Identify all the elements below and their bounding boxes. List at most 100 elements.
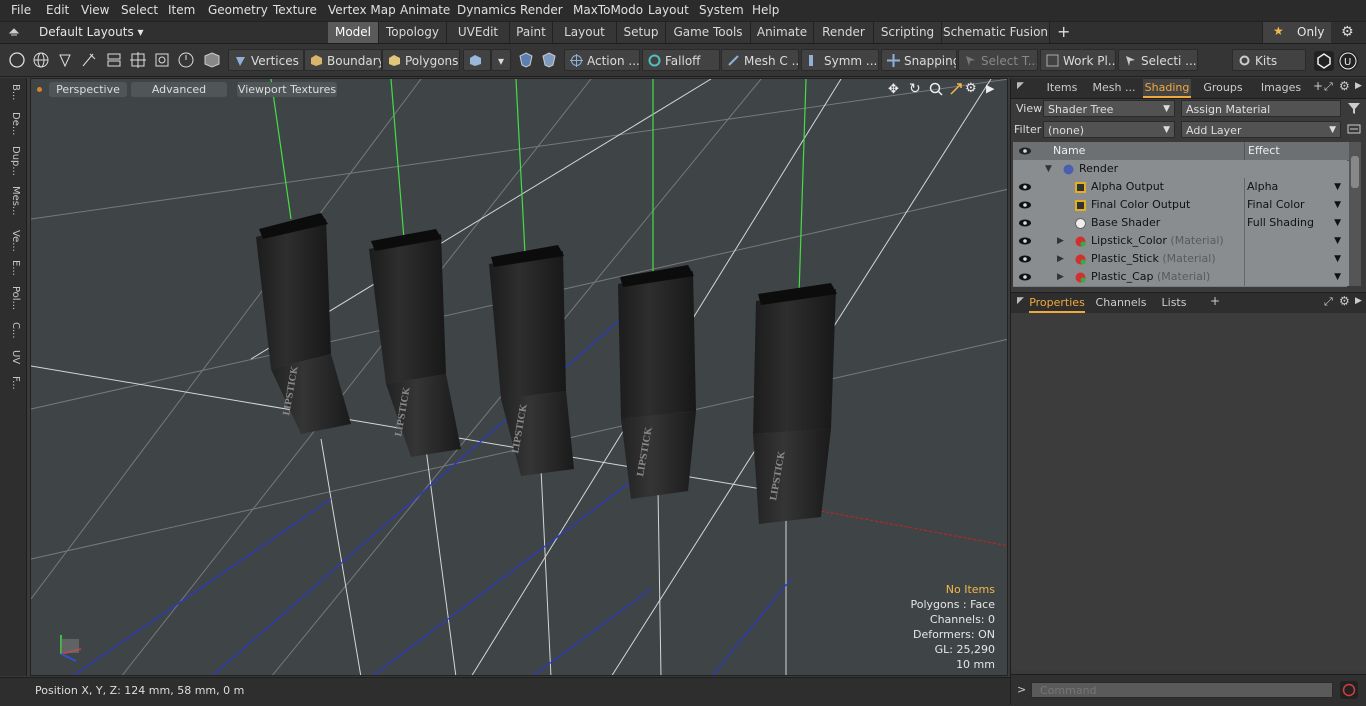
layout-selector[interactable]: Default Layouts ▾: [39, 25, 144, 39]
fit-view-icon[interactable]: [949, 82, 963, 96]
tab-uvedit[interactable]: UVEdit: [447, 22, 510, 43]
mesh-constraint-button[interactable]: Mesh C ...: [721, 49, 799, 71]
menu-system[interactable]: System: [699, 3, 744, 17]
boundary-button[interactable]: Boundary: [304, 49, 382, 71]
filter-select[interactable]: (none) ▼: [1043, 121, 1175, 138]
tree-row-final-color-output[interactable]: Final Color Output Final Color ▼: [1013, 196, 1347, 215]
menu-geometry[interactable]: Geometry: [208, 3, 268, 17]
strip-tab-polygon[interactable]: Pol...: [3, 286, 21, 310]
unreal-icon[interactable]: U: [1338, 51, 1358, 71]
tree-scrollbar-thumb[interactable]: [1351, 156, 1359, 188]
visibility-eye-icon[interactable]: [1018, 198, 1032, 212]
tab-paint[interactable]: Paint: [510, 22, 553, 43]
strip-tab-duplicate[interactable]: Dup...: [3, 146, 21, 176]
globe-icon[interactable]: [32, 51, 50, 69]
list-options-icon[interactable]: [1347, 122, 1361, 136]
record-macro-icon[interactable]: [1340, 681, 1358, 699]
strip-tab-fusion[interactable]: F...: [3, 376, 21, 390]
lipstick-3[interactable]: LIPSTICK: [489, 245, 574, 476]
falloff-button[interactable]: Falloff: [642, 49, 720, 71]
add-properties-tab-icon[interactable]: +: [1210, 294, 1220, 308]
menu-select[interactable]: Select: [121, 3, 158, 17]
col-effect[interactable]: Effect: [1244, 142, 1349, 160]
menu-dynamics[interactable]: Dynamics: [457, 3, 516, 17]
effect-select[interactable]: ▼: [1244, 250, 1345, 268]
properties-arrow-icon[interactable]: ▶: [1355, 296, 1362, 306]
symmetry-button[interactable]: Symm ...: [801, 49, 879, 71]
properties-expand-icon[interactable]: ⤢: [1324, 295, 1333, 309]
tab-channels[interactable]: Channels: [1093, 294, 1149, 311]
panel-gear-icon[interactable]: ⚙: [1339, 79, 1350, 93]
tab-schematic-fusion[interactable]: Schematic Fusion: [942, 22, 1050, 43]
expand-arrow-icon[interactable]: ▶: [1057, 250, 1064, 268]
zoom-icon[interactable]: [929, 82, 943, 96]
move-view-icon[interactable]: ✥: [888, 82, 899, 97]
strip-tab-curve[interactable]: C...: [3, 322, 21, 339]
tab-mesh[interactable]: Mesh ...: [1089, 79, 1139, 96]
3d-viewport[interactable]: LIPSTICK LIPSTICK LIPSTICK LIPSTICK LIPS…: [30, 78, 1008, 676]
work-plane-button[interactable]: Work Pl...: [1040, 49, 1116, 71]
tab-render[interactable]: Render: [814, 22, 874, 43]
menu-render[interactable]: Render: [520, 3, 563, 17]
command-input[interactable]: [1031, 682, 1333, 698]
stack-icon[interactable]: [105, 51, 123, 69]
item-mode-button[interactable]: [463, 49, 491, 71]
tab-lists[interactable]: Lists: [1153, 294, 1195, 311]
brush-icon[interactable]: [80, 51, 98, 69]
unity-icon[interactable]: [1314, 51, 1334, 71]
layout-arrow-icon[interactable]: [8, 26, 20, 38]
strip-tab-basic[interactable]: B...: [3, 84, 21, 100]
visibility-eye-icon[interactable]: [1018, 234, 1032, 248]
lasso-icon[interactable]: [56, 51, 74, 69]
only-toggle[interactable]: ★ Only: [1262, 22, 1331, 43]
menu-edit[interactable]: Edit: [46, 3, 69, 17]
perspective-button[interactable]: Perspective: [49, 82, 127, 97]
visibility-eye-icon[interactable]: [1018, 252, 1032, 266]
tab-scripting[interactable]: Scripting: [874, 22, 942, 43]
properties-gear-icon[interactable]: ⚙: [1339, 294, 1350, 308]
menu-animate[interactable]: Animate: [400, 3, 450, 17]
tab-animate[interactable]: Animate: [751, 22, 814, 43]
circle-select-icon[interactable]: [8, 51, 26, 69]
visibility-eye-icon[interactable]: [1018, 216, 1032, 230]
action-center-button[interactable]: Action ...: [564, 49, 640, 71]
lipstick-2[interactable]: LIPSTICK: [369, 229, 461, 457]
assign-material-button[interactable]: Assign Material: [1181, 100, 1341, 117]
add-tab-button[interactable]: +: [1057, 22, 1070, 41]
tab-model[interactable]: Model: [328, 22, 379, 43]
rotate-view-icon[interactable]: ↻: [909, 81, 921, 97]
strip-tab-vertex[interactable]: Ve...: [3, 230, 21, 252]
menu-layout[interactable]: Layout: [648, 3, 689, 17]
strip-tab-edge[interactable]: E...: [3, 260, 21, 276]
expand-arrow-icon[interactable]: ▼: [1045, 160, 1052, 178]
viewport-textures-button[interactable]: Viewport Textures: [237, 82, 337, 97]
tab-setup[interactable]: Setup: [617, 22, 666, 43]
polygons-button[interactable]: Polygons: [382, 49, 460, 71]
tree-row-alpha-output[interactable]: Alpha Output Alpha ▼: [1013, 178, 1347, 197]
menu-maxtomodo[interactable]: MaxToModo: [573, 3, 643, 17]
menu-vertex-map[interactable]: Vertex Map: [328, 3, 396, 17]
vertices-button[interactable]: Vertices: [228, 49, 304, 71]
col-name[interactable]: Name: [1053, 142, 1085, 160]
panel-collapse-icon[interactable]: ◤: [1017, 81, 1024, 91]
tree-row-plastic-stick[interactable]: ▶ Plastic_Stick (Material) ▼: [1013, 250, 1347, 269]
snapping-button[interactable]: Snapping: [881, 49, 957, 71]
menu-help[interactable]: Help: [752, 3, 779, 17]
tab-game-tools[interactable]: Game Tools: [666, 22, 751, 43]
tree-row-render[interactable]: ▼ Render: [1013, 160, 1347, 179]
lipstick-5[interactable]: LIPSTICK: [753, 283, 837, 524]
strip-tab-mesh-edit[interactable]: Mes...: [3, 186, 21, 216]
frame-icon[interactable]: [153, 51, 171, 69]
tab-topology[interactable]: Topology: [379, 22, 447, 43]
lipstick-1[interactable]: LIPSTICK: [256, 213, 351, 434]
effect-select[interactable]: Final Color ▼: [1244, 196, 1345, 214]
visibility-eye-icon[interactable]: [1018, 180, 1032, 194]
properties-collapse-icon[interactable]: ◤: [1017, 296, 1024, 306]
grid-center-icon[interactable]: [129, 51, 147, 69]
tab-images[interactable]: Images: [1253, 79, 1309, 96]
tab-shading[interactable]: Shading: [1143, 79, 1191, 98]
effect-select[interactable]: Full Shading ▼: [1244, 214, 1345, 232]
visibility-eye-icon[interactable]: [1018, 270, 1032, 284]
add-panel-tab-icon[interactable]: +: [1313, 79, 1323, 93]
effect-select[interactable]: ▼: [1244, 268, 1345, 286]
